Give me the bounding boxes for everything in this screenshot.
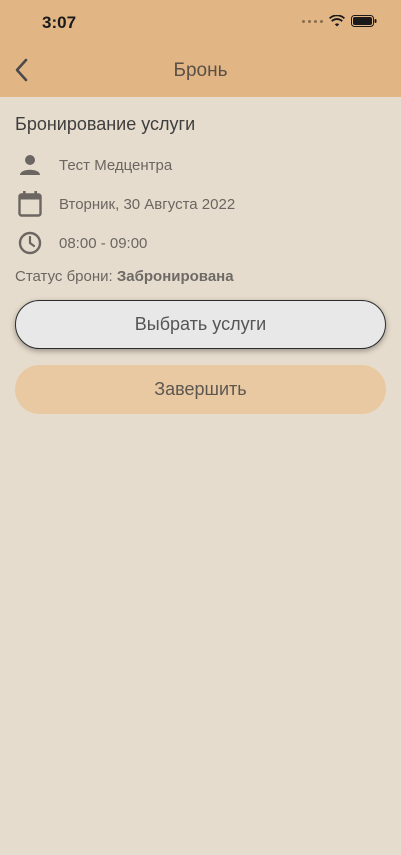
person-icon: [16, 151, 44, 179]
booking-date: Вторник, 30 Августа 2022: [59, 195, 236, 213]
section-title: Бронирование услуги: [15, 114, 196, 134]
calendar-icon: [16, 190, 44, 218]
cellular-signal-icon: [302, 19, 323, 23]
select-services-button[interactable]: Выбрать услуги: [15, 300, 386, 349]
battery-icon: [351, 15, 377, 27]
header-bar: 3:07 Бронь: [0, 0, 401, 97]
clock-icon: [16, 229, 44, 257]
time-row: 08:00 - 09:00: [16, 229, 147, 257]
page-title: Бронь: [173, 60, 228, 81]
booking-status: Статус брони: Забронирована: [15, 268, 234, 285]
clinic-name: Тест Медцентра: [59, 156, 173, 174]
wifi-icon: [329, 15, 345, 27]
status-icons: [302, 15, 377, 27]
status-value: Забронирована: [116, 268, 234, 285]
clinic-row: Тест Медцентра: [16, 151, 172, 179]
booking-time: 08:00 - 09:00: [59, 234, 148, 252]
date-row: Вторник, 30 Августа 2022: [16, 190, 235, 218]
finish-button[interactable]: Завершить: [15, 365, 386, 414]
status-time: 3:07: [42, 13, 77, 32]
status-label: Статус брони:: [15, 268, 113, 285]
